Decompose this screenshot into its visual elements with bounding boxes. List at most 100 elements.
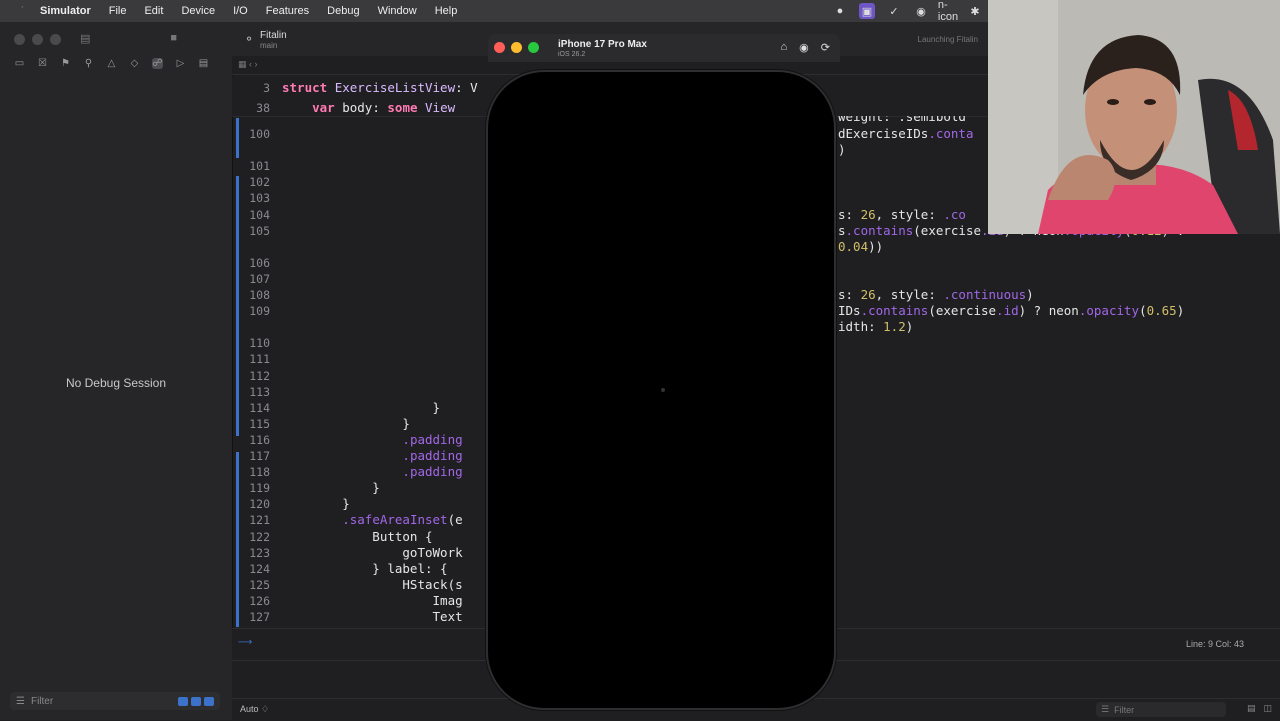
- code-text: Imag: [282, 592, 463, 608]
- sim-zoom-button[interactable]: [528, 42, 539, 53]
- nav-toolbar: ▤ ■: [80, 32, 177, 45]
- code-text: idth: 1.2): [838, 319, 914, 335]
- code-text: var body: some View: [282, 100, 456, 115]
- status-icons: ● ▣ ✓ ◉ n-icon ✱: [832, 0, 983, 23]
- code-text: .padding: [402, 431, 463, 447]
- loading-spinner: [661, 388, 665, 392]
- sim-minimize-button[interactable]: [511, 42, 522, 53]
- navigator-filter[interactable]: ☰ Filter: [10, 692, 220, 710]
- test-icon[interactable]: ◇: [129, 58, 140, 69]
- home-icon[interactable]: ⌂: [781, 41, 788, 54]
- simulator-os-version: iOS 26.2: [558, 51, 586, 58]
- stop-icon[interactable]: ■: [170, 32, 177, 45]
- cursor-position: Line: 9 Col: 43: [1185, 639, 1244, 649]
- code-text: }: [282, 415, 410, 431]
- console-filter-placeholder: Filter: [1114, 704, 1135, 715]
- code-text: s: 26, style: .continuous): [838, 287, 1034, 302]
- console-filter[interactable]: ☰ Filter: [1096, 702, 1226, 717]
- change-marker: [236, 118, 239, 158]
- menu-debug[interactable]: Debug: [327, 5, 359, 17]
- folder-icon[interactable]: ▭: [14, 58, 25, 69]
- code-text: s: 26, style: .co: [838, 206, 966, 222]
- code-text: HStack(s: [282, 576, 463, 592]
- line-number: 3: [263, 81, 270, 95]
- code-text: .padding: [402, 448, 463, 463]
- bookmark-icon[interactable]: ⚑: [60, 58, 71, 69]
- filter-option-2[interactable]: [191, 696, 201, 706]
- project-name[interactable]: Fitalin: [260, 30, 287, 41]
- filter-placeholder: Filter: [30, 695, 54, 707]
- menu-file[interactable]: File: [109, 5, 127, 17]
- code-text: ): [838, 142, 846, 158]
- menu-help[interactable]: Help: [435, 5, 458, 17]
- change-marker: [236, 452, 239, 627]
- debug-navigator: ▤ ■ ▭ ☒ ⚑ ⚲ △ ◇ ☍ ▷ ▤ No Debug Session ☰…: [0, 22, 233, 720]
- copilot-icon[interactable]: ●: [832, 3, 848, 19]
- simulator-device-name: iPhone 17 Pro Max: [558, 39, 647, 50]
- code-text: struct ExerciseListView: V: [282, 80, 478, 95]
- warning-icon[interactable]: △: [106, 58, 117, 69]
- filter-icon: ☰: [1101, 704, 1110, 714]
- screenshot-icon[interactable]: ◉: [799, 41, 809, 54]
- screen-record-icon[interactable]: ▣: [859, 3, 875, 19]
- code-text-partial: weight: .semibold: [838, 116, 966, 124]
- menu-app-simulator[interactable]: Simulator: [40, 5, 91, 17]
- zoom-button[interactable]: [50, 34, 61, 45]
- code-text: .padding: [402, 464, 463, 480]
- menu-io[interactable]: I/O: [233, 5, 248, 17]
- activity-status: Launching Fitalin: [917, 35, 978, 44]
- split-icon[interactable]: ◫: [1263, 703, 1272, 714]
- code-text: Button {: [282, 528, 433, 544]
- rotate-icon[interactable]: ⟳: [821, 41, 830, 54]
- source-control-icon[interactable]: ☒: [37, 58, 48, 69]
- grid-icon[interactable]: ▦ ‹ ›: [238, 59, 258, 70]
- filter-options: [178, 696, 214, 706]
- code-text: 0.04)): [838, 238, 884, 254]
- sim-close-button[interactable]: [494, 42, 505, 53]
- code-text: IDs.contains(exercise.id) ? neon.opacity…: [838, 303, 1185, 319]
- xcode-window-controls: [14, 34, 61, 45]
- debug-toggle-icon[interactable]: ⟶: [238, 637, 252, 648]
- branch-icon: ⚬: [244, 32, 255, 46]
- simulator-toolbar: ⌂ ◉ ⟳: [781, 41, 830, 54]
- simulator-screen[interactable]: [488, 72, 834, 708]
- n-icon[interactable]: n-icon: [938, 0, 958, 23]
- console-toggles: ▤ ◫: [1247, 703, 1272, 714]
- vpn-icon[interactable]: ◉: [913, 3, 929, 19]
- bluetooth-icon[interactable]: ✱: [967, 3, 983, 19]
- feather-icon[interactable]: ✓: [886, 3, 902, 19]
- code-text: }: [282, 480, 380, 496]
- search-icon[interactable]: ⚲: [83, 58, 94, 69]
- breakpoint-icon[interactable]: ▷: [175, 58, 186, 69]
- simulator-titlebar: iPhone 17 Pro Max iOS 26.2 ⌂ ◉ ⟳: [488, 34, 840, 62]
- simulator-window-controls: [494, 42, 539, 53]
- menu-features[interactable]: Features: [266, 5, 309, 17]
- no-debug-session-label: No Debug Session: [65, 376, 167, 390]
- close-button[interactable]: [14, 34, 25, 45]
- webcam-person-image: [988, 0, 1280, 234]
- navigator-tabs: ▭ ☒ ⚑ ⚲ △ ◇ ☍ ▷ ▤: [14, 58, 209, 69]
- report-icon[interactable]: ▤: [198, 58, 209, 69]
- webcam-overlay: [988, 0, 1280, 234]
- code-text: }: [282, 399, 441, 415]
- apple-icon[interactable]: [14, 4, 28, 18]
- menu-edit[interactable]: Edit: [144, 5, 163, 17]
- menu-device[interactable]: Device: [181, 5, 215, 17]
- project-branch: main: [260, 41, 278, 50]
- menu-window[interactable]: Window: [378, 5, 417, 17]
- filter-option-1[interactable]: [178, 696, 188, 706]
- line-number: 101: [249, 159, 270, 174]
- code-text: dExerciseIDs.conta: [838, 126, 974, 141]
- filter-option-3[interactable]: [204, 696, 214, 706]
- code-text: } label: {: [282, 560, 448, 576]
- filter-icon: ☰: [16, 695, 25, 707]
- code-text: Text: [282, 609, 463, 624]
- change-marker: [236, 366, 239, 386]
- minimize-button[interactable]: [32, 34, 43, 45]
- trash-icon[interactable]: ▤: [1247, 703, 1256, 714]
- variables-scope-select[interactable]: Auto ♢: [240, 704, 269, 715]
- line-number: 38: [256, 101, 270, 115]
- debug-icon[interactable]: ☍: [152, 58, 163, 69]
- sidebar-toggle-icon[interactable]: ▤: [80, 32, 90, 45]
- code-text: }: [282, 496, 350, 512]
